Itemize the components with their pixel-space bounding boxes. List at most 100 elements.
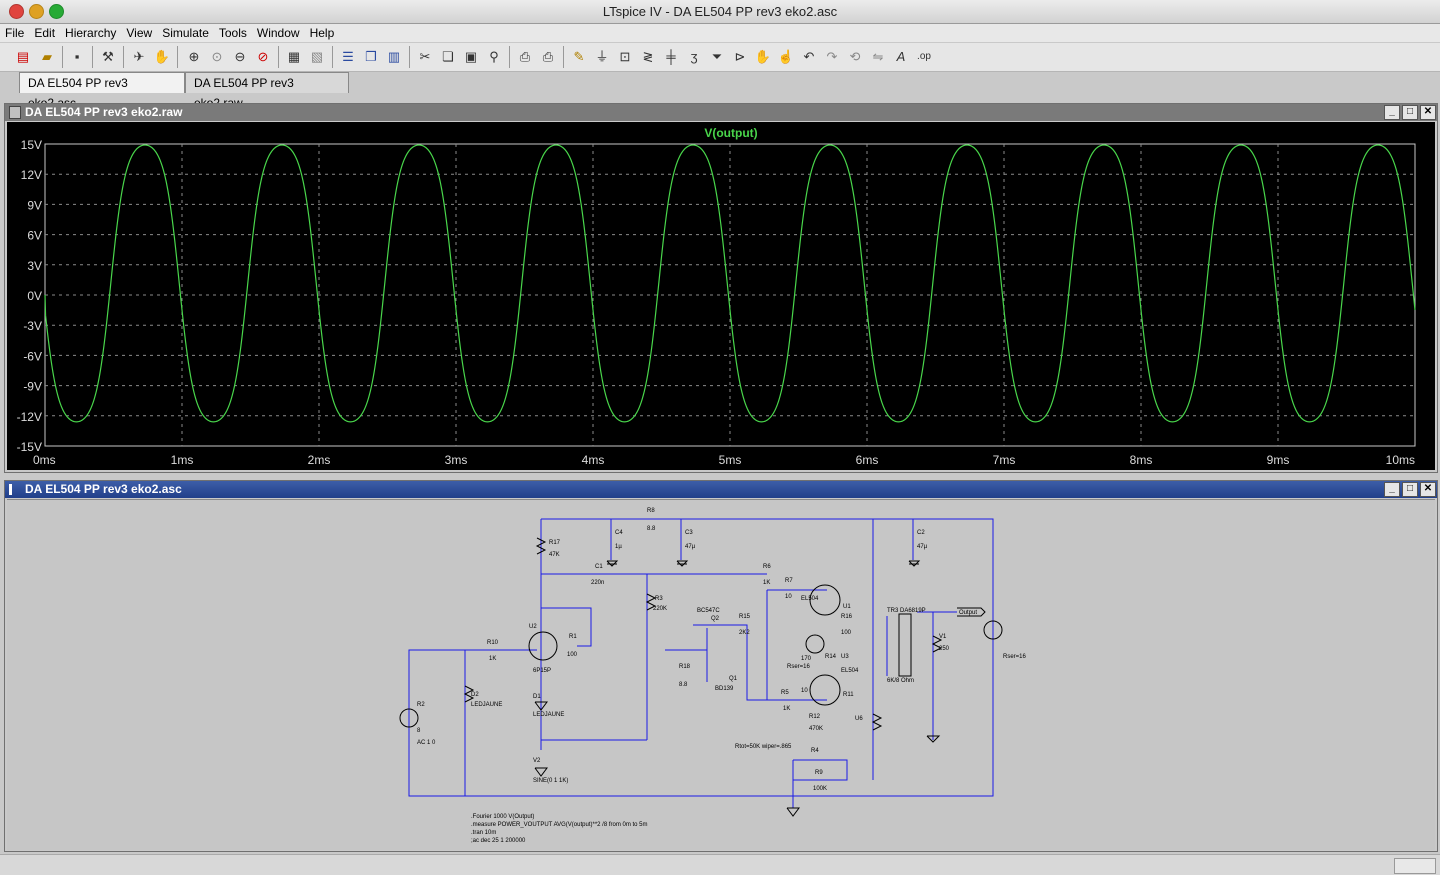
label-u1: U1 (843, 604, 851, 610)
schematic-window-title-bar: DA EL504 PP rev3 eko2.asc _ □ ✕ (5, 481, 1437, 498)
toolbar-separator (409, 46, 410, 68)
cut-icon[interactable]: ✂ (415, 47, 435, 67)
ground-icon[interactable]: ⏚ (592, 47, 612, 67)
window-title-bar: LTspice IV - DA EL504 PP rev3 eko2.asc (0, 0, 1440, 24)
label-net-icon[interactable]: ⊡ (615, 47, 635, 67)
value-r17: 47K (549, 552, 560, 558)
spice-directives[interactable]: .Fourier 1000 V(Output) .measure POWER_V… (471, 814, 648, 844)
maximize-icon[interactable]: □ (1402, 105, 1418, 120)
zoom-out-icon[interactable]: ⊖ (230, 47, 250, 67)
tab-raw[interactable]: DA EL504 PP rev3 eko2.raw (185, 72, 349, 110)
close-icon[interactable]: ✕ (1420, 105, 1436, 120)
y-tick-label: -9V (23, 380, 42, 394)
label-c2: C2 (917, 530, 925, 536)
status-bar-field (1394, 858, 1436, 874)
directive-fourier[interactable]: .Fourier 1000 V(Output) (471, 814, 534, 820)
v2-ac-label: AC 1 0 (417, 740, 436, 746)
print-icon[interactable]: ⎙ (538, 47, 558, 67)
new-schematic-icon[interactable]: ▤ (13, 47, 33, 67)
menu-view[interactable]: View (121, 24, 157, 40)
waveform-window-title: DA EL504 PP rev3 eko2.raw (25, 105, 183, 119)
schematic-symbols (399, 537, 1003, 817)
value-r15: 2K2 (739, 630, 750, 636)
value-u1: EL504 (801, 596, 819, 602)
x-axis-ticks: 0ms 1ms 2ms 3ms 4ms 5ms 6ms 7ms 8ms 9ms 10ms (33, 453, 1415, 467)
menu-simulate[interactable]: Simulate (157, 24, 214, 40)
cascade-icon[interactable]: ❐ (361, 47, 381, 67)
copy-icon[interactable]: ❏ (438, 47, 458, 67)
y-tick-label: 12V (21, 168, 42, 182)
zoom-fit-icon[interactable]: ⊘ (253, 47, 273, 67)
tile-vertical-icon[interactable]: ▥ (384, 47, 404, 67)
close-icon[interactable]: ✕ (1420, 482, 1436, 497)
label-u3: R11 (843, 692, 854, 698)
menu-help[interactable]: Help (305, 24, 340, 40)
diode-icon[interactable]: ⏷ (707, 47, 727, 67)
label-r1: R1 (569, 634, 577, 640)
menu-tools[interactable]: Tools (214, 24, 252, 40)
x-tick-label: 7ms (993, 453, 1016, 467)
save-icon[interactable]: ▪ (67, 47, 87, 67)
plot-settings-icon[interactable]: ▧ (307, 47, 327, 67)
tile-horizontal-icon[interactable]: ☰ (338, 47, 358, 67)
undo-icon[interactable]: ↶ (799, 47, 819, 67)
directive-ac-comment[interactable]: ;ac dec 25 1 200000 (471, 838, 526, 844)
open-folder-icon[interactable]: ▰ (37, 47, 57, 67)
y-tick-label: -15V (17, 440, 42, 454)
potentiometer-parameters: Rtot=50K wiper=.865 (735, 744, 792, 750)
menu-hierarchy[interactable]: Hierarchy (60, 24, 121, 40)
label-r7: R7 (785, 578, 793, 584)
directive-tran[interactable]: .tran 10m (471, 830, 496, 836)
output-net-flag[interactable]: Output (959, 610, 977, 616)
x-tick-label: 6ms (856, 453, 879, 467)
value-d2: LEDJAUNE (533, 712, 564, 718)
document-tabs: DA EL504 PP rev3 eko2.asc DA EL504 PP re… (0, 72, 1440, 110)
tab-asc[interactable]: DA EL504 PP rev3 eko2.asc (19, 72, 185, 110)
spice-directive-icon[interactable]: .op (914, 47, 934, 67)
trace-label-voutput[interactable]: V(output) (704, 126, 757, 140)
run-icon[interactable]: ✈ (129, 47, 149, 67)
paste-icon[interactable]: ▣ (461, 47, 481, 67)
print-setup-icon[interactable]: ⎙ (515, 47, 535, 67)
autorange-icon[interactable]: ▦ (284, 47, 304, 67)
label-d1: V2 (533, 758, 541, 764)
value-c3: 47µ (685, 544, 696, 550)
maximize-icon[interactable]: □ (1402, 482, 1418, 497)
text-icon[interactable]: A (891, 47, 911, 67)
menu-file[interactable]: File (0, 24, 29, 40)
find-icon[interactable]: ⚲ (484, 47, 504, 67)
halt-icon[interactable]: ✋ (152, 47, 172, 67)
schematic-drawing: R8 8.8 C4 1µ C3 47µ C2 47µ R17 47K C1 22… (399, 508, 1027, 844)
resistor-icon[interactable]: ≷ (638, 47, 658, 67)
capacitor-icon[interactable]: ╪ (661, 47, 681, 67)
schematic-canvas[interactable]: R8 8.8 C4 1µ C3 47µ C2 47µ R17 47K C1 22… (7, 499, 1435, 850)
minimize-icon[interactable]: _ (1384, 105, 1400, 120)
directive-measure[interactable]: .measure POWER_VOUTPUT AVG(V(output)**2 … (471, 822, 648, 828)
y-tick-label: -3V (23, 319, 42, 333)
value-v4: 170 (801, 656, 812, 662)
label-c4: C4 (615, 530, 623, 536)
window-title: LTspice IV - DA EL504 PP rev3 eko2.asc (602, 4, 838, 19)
schematic-wires (408, 518, 994, 808)
control-panel-icon[interactable]: ⚒ (98, 47, 118, 67)
mirror-icon[interactable]: ⇋ (868, 47, 888, 67)
waveform-plot-area[interactable]: V(output) 15V 12V 9V 6V 3V 0V -3V -6V -9V -12V -15… (7, 122, 1435, 470)
label-c1: C1 (595, 564, 603, 570)
minimize-icon[interactable]: _ (1384, 482, 1400, 497)
label-v2: R2 (417, 702, 425, 708)
redo-icon[interactable]: ↷ (822, 47, 842, 67)
pan-icon[interactable]: ⊙ (207, 47, 227, 67)
drag-icon[interactable]: ☝ (776, 47, 796, 67)
move-icon[interactable]: ✋ (753, 47, 773, 67)
inductor-icon[interactable]: ʒ (684, 47, 704, 67)
draw-wire-icon[interactable]: ✎ (569, 47, 589, 67)
component-icon[interactable]: ⊳ (730, 47, 750, 67)
zoom-in-icon[interactable]: ⊕ (184, 47, 204, 67)
waveform-window-icon (9, 106, 21, 119)
menu-edit[interactable]: Edit (29, 24, 60, 40)
label-r16: R16 (841, 614, 853, 620)
rotate-icon[interactable]: ⟲ (845, 47, 865, 67)
label-r10: R10 (487, 640, 499, 646)
menu-window[interactable]: Window (252, 24, 305, 40)
toolbar-separator (563, 46, 564, 68)
